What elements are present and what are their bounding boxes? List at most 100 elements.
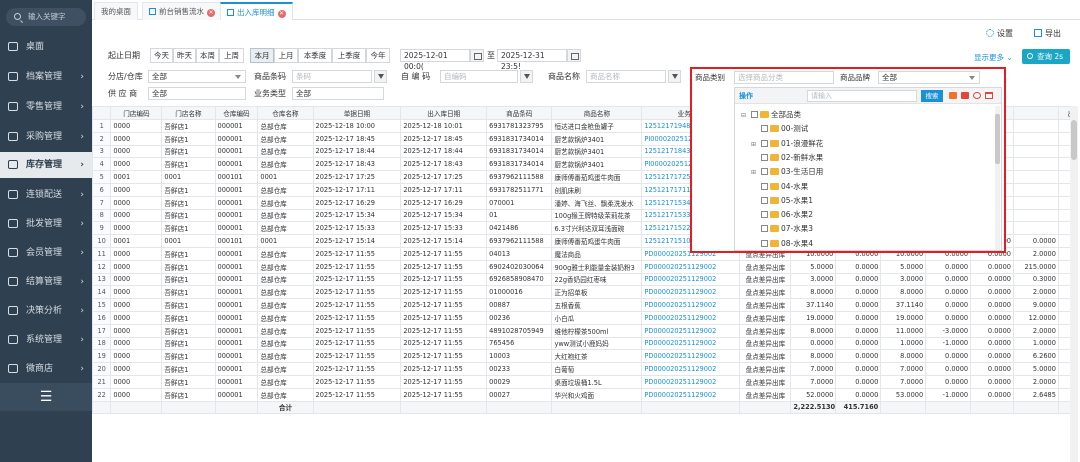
- filter-icon[interactable]: [520, 70, 533, 83]
- show-more-link[interactable]: 显示更多 ⌄: [974, 52, 1013, 63]
- table-cell[interactable]: PD000020251129002: [641, 310, 741, 325]
- checkbox[interactable]: [761, 139, 768, 147]
- checkbox[interactable]: [761, 196, 768, 204]
- calendar-icon[interactable]: [470, 49, 484, 62]
- quick-last-month[interactable]: 上月: [274, 48, 298, 63]
- brand-select[interactable]: 全部: [878, 71, 980, 84]
- nav-item-purchase[interactable]: 采购管理 ›: [0, 124, 92, 150]
- checkbox[interactable]: [761, 239, 768, 247]
- tab-my-desktop[interactable]: 我的桌面: [94, 2, 138, 20]
- tree-node[interactable]: 04-水果: [751, 180, 808, 193]
- checkbox[interactable]: [761, 211, 768, 219]
- table-row[interactable]: 14 0000 吾鲜店1 000001 总部仓库 2025-12-17 11:55 2025…: [92, 285, 1070, 300]
- nav-item-desktop[interactable]: 桌面: [0, 34, 92, 60]
- tree-node[interactable]: ⊟ 全部品类: [741, 108, 801, 121]
- supplier-select[interactable]: 全部: [148, 87, 246, 100]
- table-cell[interactable]: PD000020251129002: [641, 349, 741, 364]
- column-header[interactable]: [92, 106, 112, 120]
- table-cell[interactable]: PD000020251129002: [641, 336, 741, 351]
- column-header[interactable]: 出品单价: [1057, 106, 1070, 120]
- column-header[interactable]: [1013, 106, 1059, 120]
- table-row[interactable]: 12 0000 吾鲜店1 000001 总部仓库 2025-12-17 11:55 2025…: [92, 259, 1070, 274]
- vertical-scrollbar[interactable]: [1070, 106, 1078, 462]
- settings-button[interactable]: 设置: [986, 27, 1013, 41]
- date-from-input[interactable]: 2025-12-01 00:0(: [400, 49, 470, 71]
- table-row[interactable]: 22 0000 吾鲜店1 000001 总部仓库 2025-12-17 11:55 2025…: [92, 387, 1070, 402]
- nav-item-settlement[interactable]: 结算管理 ›: [0, 269, 92, 295]
- quick-yesterday[interactable]: 昨天: [173, 48, 196, 63]
- nav-item-shop[interactable]: 微商店 ›: [0, 356, 92, 382]
- tree-node[interactable]: 08-水果4: [751, 237, 813, 250]
- query-button[interactable]: 查询 2s: [1022, 49, 1070, 64]
- date-to-input[interactable]: 2025-12-31 23:5!: [497, 49, 567, 71]
- nav-item-analysis[interactable]: 决策分析 ›: [0, 298, 92, 324]
- table-cell[interactable]: PD000020251129002: [641, 272, 741, 287]
- category-input[interactable]: 选择商品分类: [734, 71, 834, 84]
- code-input[interactable]: 自编码: [440, 70, 518, 83]
- table-cell[interactable]: PD000020251129002: [641, 298, 741, 312]
- table-row[interactable]: 21 0000 吾鲜店1 000001 总部仓库 2025-12-17 11:55 2025…: [92, 374, 1070, 389]
- table-row[interactable]: 17 0000 吾鲜店1 000001 总部仓库 2025-12-17 11:55 2025…: [92, 323, 1070, 338]
- open-folder-icon[interactable]: [949, 92, 957, 99]
- column-header[interactable]: 仓库编码: [214, 106, 259, 120]
- nav-item-inventory[interactable]: 库存管理 ›: [0, 152, 92, 178]
- quick-this-year[interactable]: 今年: [366, 48, 390, 63]
- quick-this-month[interactable]: 本月: [250, 48, 274, 63]
- table-row[interactable]: 20 0000 吾鲜店1 000001 总部仓库 2025-12-17 11:55 2025…: [92, 362, 1070, 376]
- tree-search-input[interactable]: 请输入: [807, 90, 917, 102]
- nav-item-archive[interactable]: 档案管理 ›: [0, 64, 92, 90]
- table-cell[interactable]: PD000020251129002: [641, 285, 741, 300]
- checkbox[interactable]: [761, 153, 768, 161]
- close-icon[interactable]: ✕: [207, 9, 215, 17]
- column-header[interactable]: 仓库名称: [257, 106, 314, 120]
- nav-item-delivery[interactable]: 连锁配送 ›: [0, 182, 92, 208]
- table-row[interactable]: 18 0000 吾鲜店1 000001 总部仓库 2025-12-17 11:55 2025…: [92, 336, 1070, 351]
- column-header[interactable]: 出入库日期: [400, 106, 488, 120]
- table-cell[interactable]: PD000020251129002: [641, 323, 741, 338]
- tab-front-sales[interactable]: 前台销售流水 ✕: [142, 2, 222, 20]
- table-row[interactable]: 19 0000 吾鲜店1 000001 总部仓库 2025-12-17 11:55 2025…: [92, 349, 1070, 364]
- tree-node[interactable]: 06-水果2: [751, 208, 813, 221]
- tree-node[interactable]: 05-水果1: [751, 194, 813, 207]
- quick-last-week[interactable]: 上周: [219, 48, 244, 63]
- quick-this-quarter[interactable]: 本季度: [298, 48, 332, 63]
- biztype-select[interactable]: 全部: [292, 87, 384, 100]
- nav-item-retail[interactable]: 零售管理 ›: [0, 94, 92, 120]
- nav-item-system[interactable]: 系统管理 ›: [0, 327, 92, 353]
- sidebar-search-input[interactable]: 输入关键字: [6, 8, 86, 26]
- column-header[interactable]: 商品名称: [551, 106, 643, 120]
- quick-last-quarter[interactable]: 上季度: [332, 48, 366, 63]
- tree-node[interactable]: ⊞ 03-生活日用: [751, 165, 823, 178]
- checkbox[interactable]: [761, 125, 768, 133]
- tree-toggle-icon[interactable]: ⊟: [741, 109, 749, 122]
- tree-toggle-icon[interactable]: ⊞: [751, 138, 759, 151]
- column-header[interactable]: 单据日期: [312, 106, 402, 120]
- table-row[interactable]: 15 0000 吾鲜店1 000001 总部仓库 2025-12-17 11:55 2025…: [92, 298, 1070, 312]
- checkbox[interactable]: [751, 111, 758, 118]
- table-cell[interactable]: PD000020251129002: [641, 387, 741, 402]
- barcode-input[interactable]: 条码: [292, 70, 372, 83]
- tree-node[interactable]: 00-测试: [751, 122, 808, 135]
- column-header[interactable]: 门店名称: [161, 106, 216, 120]
- checkbox[interactable]: [761, 168, 768, 176]
- tree-node[interactable]: 07-水果3: [751, 222, 813, 235]
- refresh-icon[interactable]: [973, 92, 981, 99]
- checkbox[interactable]: [761, 182, 768, 190]
- trash-icon[interactable]: [985, 92, 993, 99]
- name-input[interactable]: 商品名称: [586, 70, 666, 83]
- nav-item-member[interactable]: 会员管理 ›: [0, 240, 92, 266]
- tree-scrollbar[interactable]: [995, 106, 1000, 250]
- column-header[interactable]: 门店编码: [110, 106, 163, 120]
- nav-item-wholesale[interactable]: 批发管理 ›: [0, 211, 92, 237]
- sidebar-collapse-button[interactable]: ☰: [0, 383, 92, 411]
- close-icon[interactable]: ✕: [277, 10, 286, 18]
- store-select[interactable]: 全部: [148, 70, 246, 83]
- add-folder-icon[interactable]: [961, 92, 969, 99]
- table-cell[interactable]: PD000020251129002: [641, 259, 741, 274]
- tree-search-button[interactable]: 搜索: [921, 90, 943, 102]
- table-row[interactable]: 16 0000 吾鲜店1 000001 总部仓库 2025-12-17 11:55 2025…: [92, 310, 1070, 325]
- tree-node[interactable]: 02-新鲜水果: [751, 151, 823, 164]
- column-header[interactable]: 商品条码: [486, 106, 553, 120]
- filter-icon[interactable]: [374, 70, 387, 83]
- export-button[interactable]: 导出: [1034, 27, 1061, 41]
